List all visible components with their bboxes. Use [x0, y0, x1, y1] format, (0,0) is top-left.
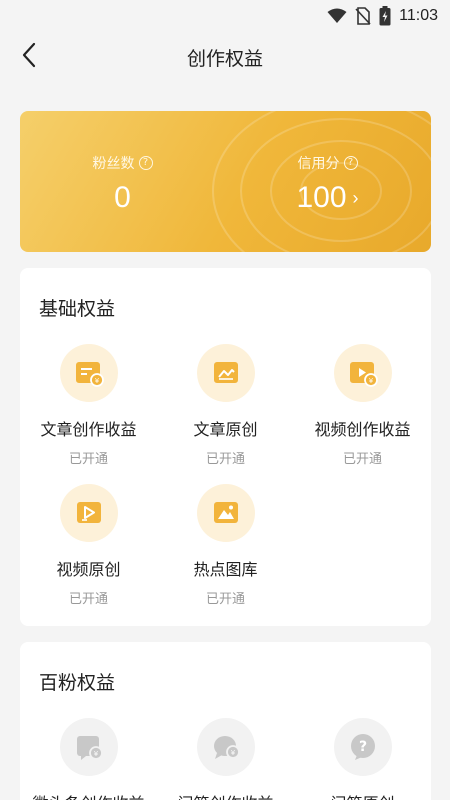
benefit-video-original[interactable]: 视频原创 已开通: [20, 484, 157, 607]
battery-charging-icon: [379, 6, 391, 26]
benefit-video-income[interactable]: ¥ 视频创作收益 已开通: [294, 344, 431, 467]
article-original-icon: [196, 344, 255, 402]
benefit-name: 热点图库: [193, 560, 258, 579]
benefit-status: 已开通: [205, 452, 245, 467]
svg-text:¥: ¥: [93, 750, 98, 758]
benefit-name: 文章原创: [193, 420, 258, 439]
benefit-image-library[interactable]: 热点图库 已开通: [157, 484, 294, 607]
status-bar: 11:03: [0, 0, 450, 32]
benefit-article-original[interactable]: 文章原创 已开通: [157, 344, 294, 467]
benefit-status: 已开通: [68, 592, 108, 607]
video-income-icon: ¥: [333, 344, 392, 402]
image-library-icon: [196, 484, 255, 542]
benefit-name: 视频原创: [56, 560, 121, 579]
svg-text:¥: ¥: [94, 377, 99, 385]
fans-value: 0: [114, 181, 131, 214]
benefit-weitoutiao-income[interactable]: ¥ 微头条创作收益: [20, 718, 157, 800]
score-card: 粉丝数 ? 0 信用分 ? 100 ›: [20, 111, 431, 252]
article-income-icon: ¥: [59, 344, 118, 402]
section-title: 百粉权益: [39, 672, 116, 694]
benefit-qa-income[interactable]: ¥ 问答创作收益: [157, 718, 294, 800]
qa-original-icon: ?: [333, 718, 392, 776]
benefit-name: 文章创作收益: [40, 420, 137, 439]
svg-text:?: ?: [358, 739, 366, 755]
benefit-name: 问答创作收益: [157, 790, 294, 800]
benefit-qa-original[interactable]: ? 问答原创: [294, 718, 431, 800]
video-original-icon: [59, 484, 118, 542]
credit-label: 信用分: [297, 156, 340, 172]
page-title: 创作权益: [186, 48, 263, 70]
benefit-status: 已开通: [205, 592, 245, 607]
benefit-name: 问答原创: [294, 790, 431, 800]
no-sim-icon: [355, 7, 371, 25]
svg-text:¥: ¥: [368, 377, 373, 385]
weitoutiao-income-icon: ¥: [59, 718, 118, 776]
question-help-icon[interactable]: ?: [343, 156, 358, 170]
credit-value: 100: [296, 181, 347, 214]
wifi-icon: [327, 8, 347, 24]
chevron-right-icon: ›: [352, 187, 359, 208]
fans-label: 粉丝数: [92, 156, 135, 172]
fans-stat: 粉丝数 ? 0: [20, 153, 225, 215]
clock-time: 11:03: [399, 7, 438, 24]
question-help-icon[interactable]: ?: [138, 156, 153, 170]
credit-stat[interactable]: 信用分 ? 100 ›: [225, 153, 430, 215]
nav-bar: 创作权益: [0, 32, 450, 82]
benefit-name: 视频创作收益: [314, 420, 411, 439]
svg-text:¥: ¥: [230, 749, 235, 757]
qa-income-icon: ¥: [196, 718, 255, 776]
benefit-status: 已开通: [68, 452, 108, 467]
benefit-article-income[interactable]: ¥ 文章创作收益 已开通: [20, 344, 157, 467]
section-title: 基础权益: [39, 298, 116, 320]
benefit-name: 微头条创作收益: [20, 790, 157, 800]
basic-benefits-section: 基础权益 ¥ 文章创作收益 已开通 文章原创 已开通 ¥ 视频创作收益 已开通 …: [20, 268, 431, 626]
benefit-status: 已开通: [342, 452, 382, 467]
hundred-fans-benefits-section: 百粉权益 ¥ 微头条创作收益 ¥ 问答创作收益 ? 问答原创: [20, 642, 431, 800]
